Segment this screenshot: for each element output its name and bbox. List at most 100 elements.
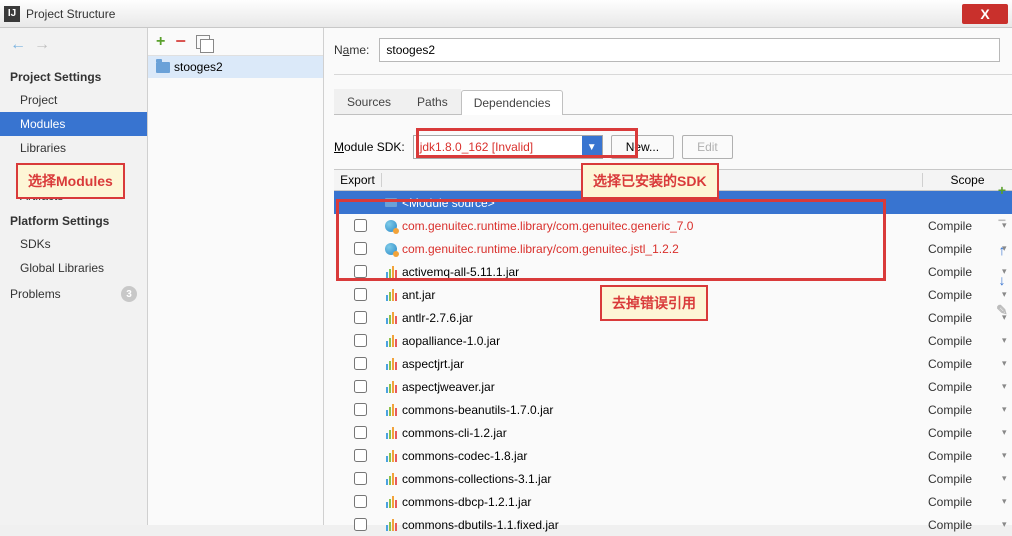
dependency-name: commons-beanutils-1.7.0.jar <box>400 403 922 417</box>
remove-module-icon[interactable]: − <box>175 31 186 52</box>
chevron-down-icon: ▾ <box>1002 427 1012 438</box>
dependency-name: aspectjrt.jar <box>400 357 922 371</box>
problems-label: Problems <box>10 287 61 301</box>
dependency-row[interactable]: activemq-all-5.11.1.jarCompile▾ <box>334 260 1012 283</box>
sidebar: ← → Project Settings Project Modules Lib… <box>0 28 148 525</box>
scope-value[interactable]: Compile <box>922 380 1002 394</box>
export-checkbox[interactable] <box>354 495 367 508</box>
add-module-icon[interactable]: + <box>156 33 165 51</box>
module-tree-panel: + − stooges2 <box>148 28 324 525</box>
chevron-down-icon: ▼ <box>582 136 602 158</box>
move-down-icon[interactable]: ↓ <box>999 272 1006 288</box>
export-checkbox[interactable] <box>354 403 367 416</box>
dependency-row[interactable]: commons-cli-1.2.jarCompile▾ <box>334 421 1012 444</box>
sidebar-item-modules[interactable]: Modules <box>0 112 147 136</box>
scope-value[interactable]: Compile <box>922 265 1002 279</box>
col-export[interactable]: Export <box>334 173 382 187</box>
export-checkbox[interactable] <box>354 334 367 347</box>
export-checkbox[interactable] <box>354 219 367 232</box>
callout-modules: 选择Modules <box>16 163 125 199</box>
export-checkbox[interactable] <box>354 449 367 462</box>
dependency-row[interactable]: com.genuitec.runtime.library/com.genuite… <box>334 214 1012 237</box>
dependency-name: commons-codec-1.8.jar <box>400 449 922 463</box>
export-checkbox[interactable] <box>354 357 367 370</box>
sidebar-item-project[interactable]: Project <box>0 88 147 112</box>
sidebar-item-problems[interactable]: Problems 3 <box>0 280 147 307</box>
dependency-name: commons-collections-3.1.jar <box>400 472 922 486</box>
jar-icon <box>386 473 397 485</box>
dependency-row[interactable]: commons-collections-3.1.jarCompile▾ <box>334 467 1012 490</box>
jar-icon <box>386 289 397 301</box>
dependency-name: commons-dbcp-1.2.1.jar <box>400 495 922 509</box>
scope-value[interactable]: Compile <box>922 288 1002 302</box>
sdk-edit-button: Edit <box>682 135 733 159</box>
edit-dependency-icon: ✎ <box>996 302 1008 319</box>
jar-icon <box>386 358 397 370</box>
module-sdk-row: Module SDK: jdk1.8.0_162 [Invalid] ▼ New… <box>334 135 1012 159</box>
scope-value[interactable]: Compile <box>922 357 1002 371</box>
remove-dependency-icon: − <box>998 212 1006 228</box>
chevron-down-icon: ▾ <box>1002 496 1012 507</box>
tab-dependencies[interactable]: Dependencies <box>461 90 564 115</box>
copy-module-icon[interactable] <box>196 35 210 49</box>
sidebar-item-sdks[interactable]: SDKs <box>0 232 147 256</box>
dependency-row[interactable]: com.genuitec.runtime.library/com.genuite… <box>334 237 1012 260</box>
dependency-row[interactable]: aspectjrt.jarCompile▾ <box>334 352 1012 375</box>
library-icon <box>385 220 397 232</box>
dependency-name: com.genuitec.runtime.library/com.genuite… <box>400 242 922 256</box>
scope-value[interactable]: Compile <box>922 449 1002 463</box>
jar-icon <box>386 381 397 393</box>
module-name-input[interactable] <box>379 38 1000 62</box>
add-dependency-icon[interactable]: + <box>998 182 1006 198</box>
chevron-down-icon: ▾ <box>1002 335 1012 346</box>
nav-back-icon[interactable]: ← <box>10 36 26 54</box>
sidebar-item-global-libraries[interactable]: Global Libraries <box>0 256 147 280</box>
module-tree-item[interactable]: stooges2 <box>148 56 323 78</box>
jar-icon <box>386 496 397 508</box>
scope-value[interactable]: Compile <box>922 242 1002 256</box>
jar-icon <box>386 427 397 439</box>
scope-value[interactable]: Compile <box>922 472 1002 486</box>
chevron-down-icon: ▾ <box>1002 404 1012 415</box>
sidebar-item-libraries[interactable]: Libraries <box>0 136 147 160</box>
export-checkbox[interactable] <box>354 380 367 393</box>
dependency-row[interactable]: commons-codec-1.8.jarCompile▾ <box>334 444 1012 467</box>
dependency-row[interactable]: aspectjweaver.jarCompile▾ <box>334 375 1012 398</box>
move-up-icon[interactable]: ↑ <box>999 242 1006 258</box>
dependency-name: aopalliance-1.0.jar <box>400 334 922 348</box>
scope-value[interactable]: Compile <box>922 495 1002 509</box>
jar-icon <box>386 404 397 416</box>
export-checkbox[interactable] <box>354 288 367 301</box>
dependency-row[interactable]: commons-dbcp-1.2.1.jarCompile▾ <box>334 490 1012 513</box>
tab-paths[interactable]: Paths <box>404 89 461 114</box>
module-sdk-value: jdk1.8.0_162 [Invalid] <box>414 140 582 154</box>
close-button[interactable]: X <box>962 4 1008 24</box>
tab-sources[interactable]: Sources <box>334 89 404 114</box>
dependency-name: commons-cli-1.2.jar <box>400 426 922 440</box>
dependency-row[interactable]: aopalliance-1.0.jarCompile▾ <box>334 329 1012 352</box>
scope-value[interactable]: Compile <box>922 426 1002 440</box>
chevron-down-icon: ▾ <box>1002 450 1012 461</box>
export-checkbox[interactable] <box>354 426 367 439</box>
dependency-name: com.genuitec.runtime.library/com.genuite… <box>400 219 922 233</box>
export-checkbox[interactable] <box>354 472 367 485</box>
export-checkbox[interactable] <box>354 311 367 324</box>
folder-icon <box>156 62 170 73</box>
export-checkbox[interactable] <box>354 265 367 278</box>
scope-value[interactable]: Compile <box>922 311 1002 325</box>
scope-value[interactable]: Compile <box>922 334 1002 348</box>
jar-icon <box>386 266 397 278</box>
dependency-row[interactable]: commons-beanutils-1.7.0.jarCompile▾ <box>334 398 1012 421</box>
window-title: Project Structure <box>26 7 115 21</box>
jar-icon <box>386 335 397 347</box>
callout-sdk: 选择已安装的SDK <box>581 163 719 199</box>
module-sdk-select[interactable]: jdk1.8.0_162 [Invalid] ▼ <box>413 135 603 159</box>
module-details: Name: Sources Paths Dependencies Module … <box>324 28 1012 525</box>
scope-value[interactable]: Compile <box>922 219 1002 233</box>
sdk-new-button[interactable]: New... <box>611 135 674 159</box>
scope-value[interactable]: Compile <box>922 403 1002 417</box>
titlebar: IJ Project Structure X <box>0 0 1012 28</box>
export-checkbox[interactable] <box>354 242 367 255</box>
name-label: Name: <box>334 43 369 57</box>
library-icon <box>385 243 397 255</box>
